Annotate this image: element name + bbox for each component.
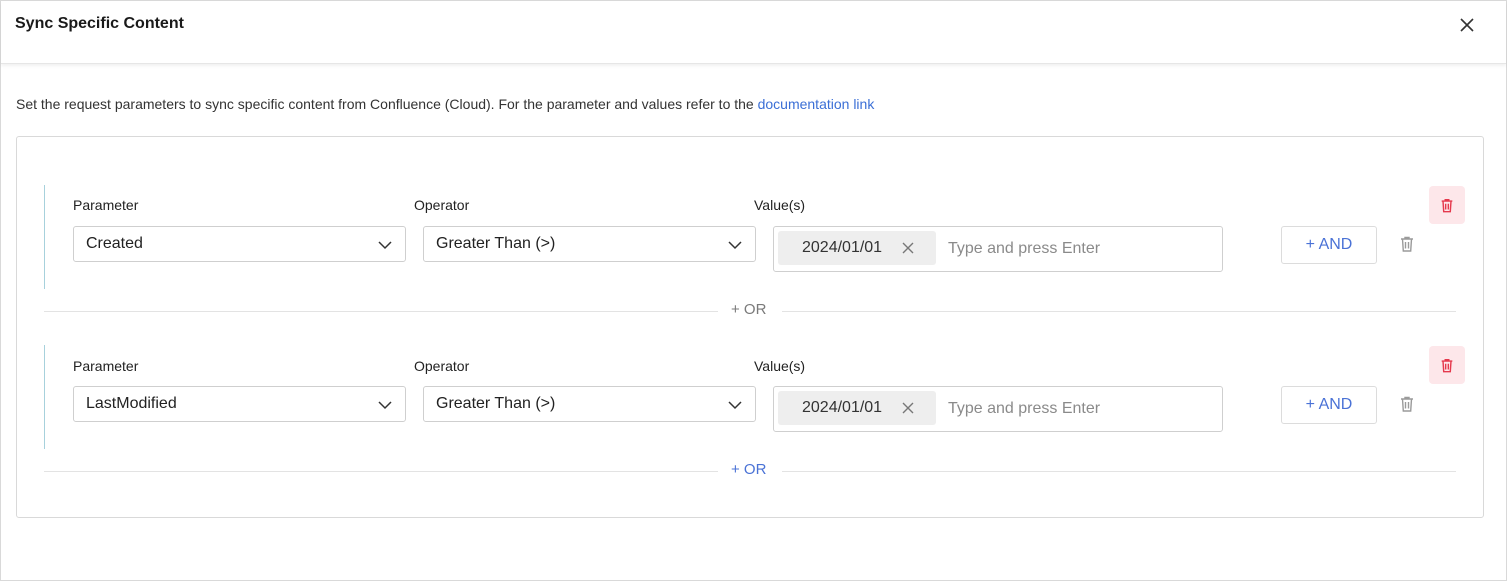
dialog-header: Sync Specific Content bbox=[1, 1, 1506, 64]
operator-select[interactable]: Greater Than (>) bbox=[423, 386, 756, 422]
parameter-select-value: Created bbox=[86, 235, 143, 252]
values-label: Value(s) bbox=[754, 197, 806, 213]
trash-icon[interactable] bbox=[1398, 395, 1416, 413]
trash-icon bbox=[1441, 198, 1453, 212]
parameter-select-value: LastModified bbox=[86, 395, 177, 412]
parameter-select[interactable]: LastModified bbox=[73, 386, 406, 422]
operator-select-value: Greater Than (>) bbox=[436, 395, 556, 412]
group-rail bbox=[44, 345, 45, 449]
dialog-description: Set the request parameters to sync speci… bbox=[16, 96, 874, 112]
add-or-button[interactable]: + OR bbox=[725, 301, 773, 321]
divider-line bbox=[782, 311, 1456, 312]
clear-chip-icon[interactable] bbox=[902, 402, 914, 414]
or-divider-2: + OR bbox=[44, 461, 1456, 481]
values-input[interactable] bbox=[946, 396, 1210, 422]
chevron-down-icon bbox=[728, 241, 742, 250]
close-button[interactable] bbox=[1455, 13, 1479, 37]
add-or-button[interactable]: + OR bbox=[725, 461, 773, 481]
add-and-button[interactable]: + AND bbox=[1281, 386, 1377, 424]
value-chip-label: 2024/01/01 bbox=[802, 239, 883, 256]
close-icon bbox=[1460, 18, 1474, 32]
parameter-select[interactable]: Created bbox=[73, 226, 406, 262]
condition-group-1: Parameter Operator Value(s) Created Grea… bbox=[44, 185, 1465, 289]
delete-group-button[interactable] bbox=[1429, 346, 1465, 384]
description-text: Set the request parameters to sync speci… bbox=[16, 96, 758, 112]
query-builder: Parameter Operator Value(s) Created Grea… bbox=[16, 136, 1484, 518]
parameter-label: Parameter bbox=[73, 197, 139, 213]
values-field[interactable]: 2024/01/01 bbox=[773, 226, 1223, 272]
parameter-label: Parameter bbox=[73, 358, 139, 374]
clear-chip-icon[interactable] bbox=[902, 242, 914, 254]
operator-label: Operator bbox=[414, 197, 470, 213]
values-input[interactable] bbox=[946, 236, 1210, 262]
or-divider-1: + OR bbox=[44, 301, 1456, 321]
value-chip: 2024/01/01 bbox=[778, 391, 936, 425]
condition-group-2: Parameter Operator Value(s) LastModified… bbox=[44, 345, 1465, 449]
trash-icon bbox=[1441, 358, 1453, 372]
group-rail bbox=[44, 185, 45, 289]
sync-content-dialog: Sync Specific Content Set the request pa… bbox=[0, 0, 1507, 581]
values-field[interactable]: 2024/01/01 bbox=[773, 386, 1223, 432]
divider-line bbox=[782, 471, 1456, 472]
documentation-link[interactable]: documentation link bbox=[758, 96, 875, 112]
operator-select-value: Greater Than (>) bbox=[436, 235, 556, 252]
add-and-button[interactable]: + AND bbox=[1281, 226, 1377, 264]
value-chip: 2024/01/01 bbox=[778, 231, 936, 265]
chevron-down-icon bbox=[728, 401, 742, 410]
chevron-down-icon bbox=[378, 241, 392, 250]
dialog-title: Sync Specific Content bbox=[15, 15, 184, 32]
divider-line bbox=[44, 311, 718, 312]
operator-label: Operator bbox=[414, 358, 470, 374]
delete-group-button[interactable] bbox=[1429, 186, 1465, 224]
values-label: Value(s) bbox=[754, 358, 806, 374]
value-chip-label: 2024/01/01 bbox=[802, 399, 883, 416]
divider-line bbox=[44, 471, 718, 472]
operator-select[interactable]: Greater Than (>) bbox=[423, 226, 756, 262]
chevron-down-icon bbox=[378, 401, 392, 410]
trash-icon[interactable] bbox=[1398, 235, 1416, 253]
